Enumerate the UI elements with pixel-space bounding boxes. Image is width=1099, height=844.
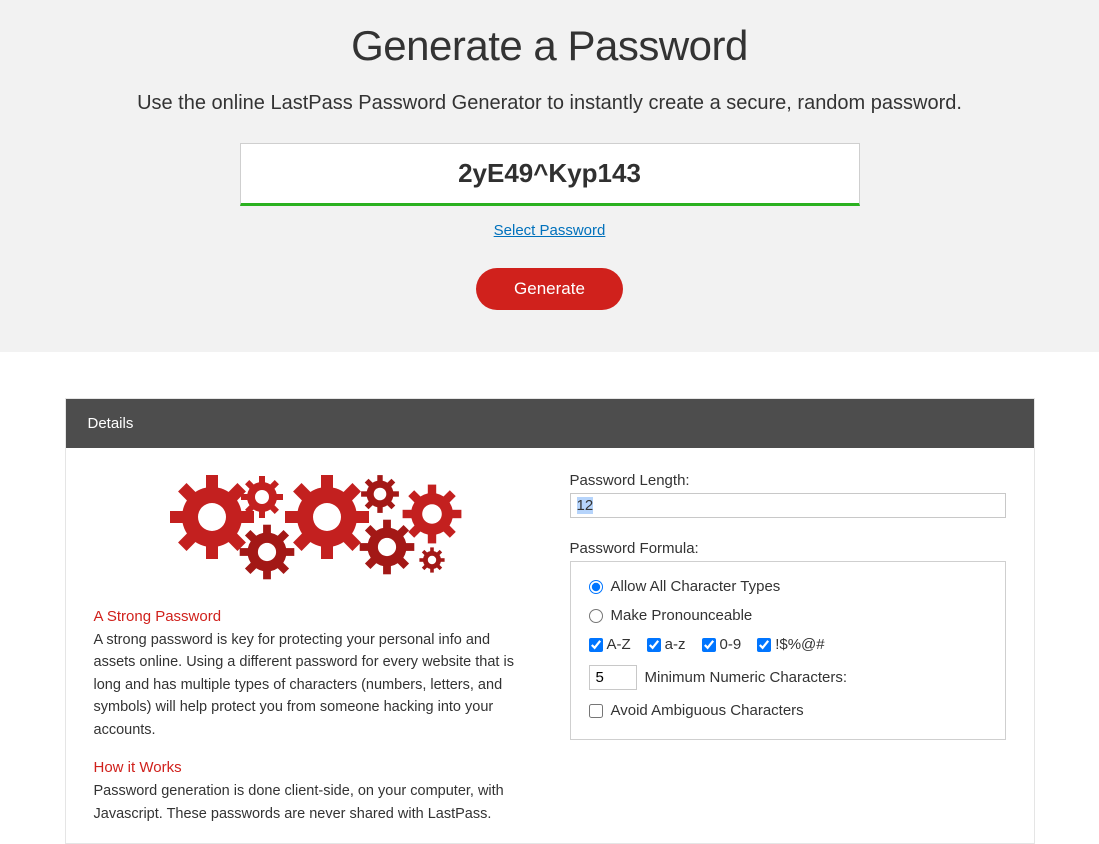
lowercase-label: a-z — [665, 636, 686, 653]
strong-password-body: A strong password is key for protecting … — [94, 629, 530, 741]
avoid-ambiguous-label: Avoid Ambiguous Characters — [611, 702, 804, 719]
allow-all-label: Allow All Character Types — [611, 578, 781, 595]
page-subtitle: Use the online LastPass Password Generat… — [0, 92, 1099, 115]
details-panel: Details — [65, 398, 1035, 844]
gears-icon — [162, 472, 462, 582]
password-length-input[interactable]: 12 — [570, 493, 1006, 518]
digits-checkbox[interactable] — [702, 638, 716, 652]
generate-button[interactable]: Generate — [476, 268, 623, 310]
page-title: Generate a Password — [0, 22, 1099, 70]
digits-label: 0-9 — [720, 636, 742, 653]
strong-password-heading: A Strong Password — [94, 608, 530, 625]
symbols-label: !$%@# — [775, 636, 824, 653]
avoid-ambiguous-checkbox[interactable] — [589, 704, 603, 718]
info-column: A Strong Password A strong password is k… — [94, 472, 530, 825]
uppercase-label: A-Z — [607, 636, 631, 653]
hero-section: Generate a Password Use the online LastP… — [0, 0, 1099, 352]
pronounceable-radio[interactable] — [589, 609, 603, 623]
form-column: Password Length: 12 Password Formula: Al… — [570, 472, 1006, 825]
panel-header: Details — [66, 399, 1034, 448]
password-formula-label: Password Formula: — [570, 540, 1006, 557]
uppercase-checkbox[interactable] — [589, 638, 603, 652]
select-password-link[interactable]: Select Password — [494, 222, 606, 239]
password-length-label: Password Length: — [570, 472, 1006, 489]
min-numeric-input[interactable] — [589, 665, 637, 690]
password-length-value: 12 — [577, 497, 594, 514]
pronounceable-label: Make Pronounceable — [611, 607, 753, 624]
lowercase-checkbox[interactable] — [647, 638, 661, 652]
min-numeric-label: Minimum Numeric Characters: — [645, 669, 848, 686]
formula-box: Allow All Character Types Make Pronounce… — [570, 561, 1006, 740]
how-it-works-heading: How it Works — [94, 759, 530, 776]
symbols-checkbox[interactable] — [757, 638, 771, 652]
generated-password-display[interactable]: 2yE49^Kyp143 — [240, 143, 860, 206]
how-it-works-body: Password generation is done client-side,… — [94, 780, 530, 825]
allow-all-radio[interactable] — [589, 580, 603, 594]
